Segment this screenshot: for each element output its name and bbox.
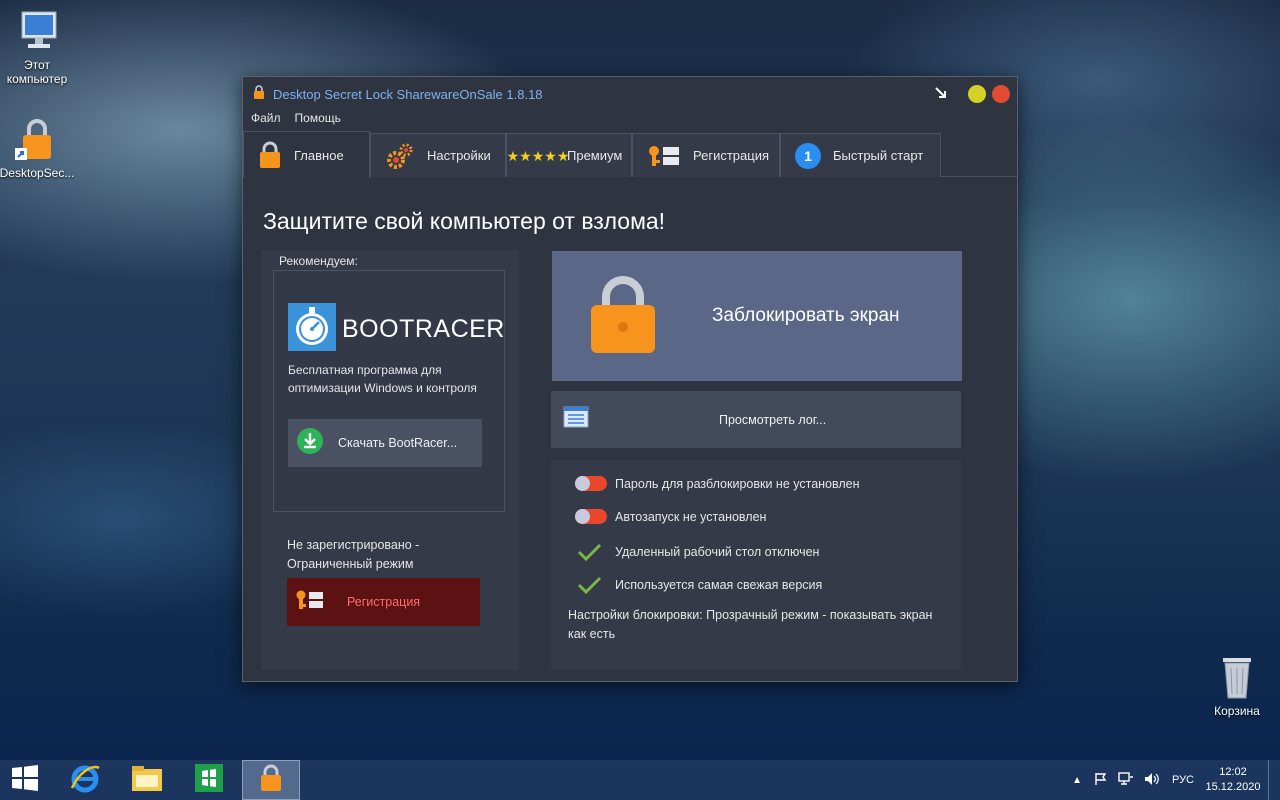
download-icon [296,427,324,460]
bootracer-box: BOOTRACER Бесплатная программа для оптим… [273,270,505,512]
tab-label: Регистрация [693,148,769,163]
recommend-label: Рекомендуем: [279,254,358,268]
folder-icon [130,763,164,798]
tab-label: Премиум [567,148,623,163]
tab-settings[interactable]: Настройки [370,133,506,177]
collapse-arrow-icon[interactable] [933,85,949,106]
recycle-bin-icon [1217,654,1257,700]
stars-icon: ★★★★★ [506,147,570,164]
store-icon [194,763,224,798]
lock-settings-text: Настройки блокировки: Прозрачный режим -… [568,608,933,641]
menu-bar: Файл Помощь [243,111,1017,129]
tab-main[interactable]: Главное [243,131,370,178]
recommend-panel: Рекомендуем: BOOTRACER Бесплатная програ… [261,250,519,670]
tab-label: Настройки [427,148,491,163]
volume-icon[interactable] [1144,772,1160,789]
gears-icon [385,141,415,171]
main-content: Защитите свой компьютер от взлома! Реком… [243,178,1017,681]
network-icon[interactable] [1118,771,1134,789]
clock-time: 12:02 [1219,766,1247,778]
taskbar-store[interactable] [180,760,238,800]
internet-explorer-icon [69,762,101,799]
desktop-icon-recycle-bin[interactable]: Корзина [1197,654,1277,718]
stopwatch-icon [288,303,336,356]
bootracer-name: BOOTRACER [342,315,505,343]
log-list-icon [563,406,589,433]
clock-date: 15.12.2020 [1205,781,1261,793]
status-text: Автозапуск не установлен [615,509,767,524]
page-title: Защитите свой компьютер от взлома! [263,208,666,234]
register-label: Регистрация [347,595,421,609]
check-icon [575,542,609,562]
number-one-icon: 1 [795,142,821,169]
desktop-icon-label: Корзина [1214,704,1260,718]
flag-icon[interactable] [1094,772,1108,789]
view-log-label: Просмотреть лог... [719,412,827,427]
unregistered-status: Не зарегистрировано - Ограниченный режим [287,538,420,571]
status-text: Используется самая свежая версия [615,578,823,592]
title-bar[interactable]: Desktop Secret Lock SharewareOnSale 1.8.… [243,77,1017,111]
toggle-off-icon[interactable] [575,476,609,491]
taskbar-file-explorer[interactable] [118,760,176,800]
windows-logo-icon [11,764,39,797]
view-log-button[interactable]: Просмотреть лог... [551,391,961,448]
tab-label: Быстрый старт [833,148,924,163]
desktop-icon-label: DesktopSec... [0,166,75,180]
bootracer-logo[interactable]: BOOTRACER [288,303,505,356]
app-lock-icon [253,84,265,104]
lock-icon [14,116,60,162]
desktop-icon-this-pc[interactable]: Этот компьютер [0,10,77,86]
desktop-icon-desktop-secret-lock[interactable]: DesktopSec... [0,116,77,180]
monitor-icon [14,10,60,54]
app-window: Desktop Secret Lock SharewareOnSale 1.8.… [242,76,1018,682]
show-desktop-button[interactable] [1268,760,1280,800]
window-title: Desktop Secret Lock SharewareOnSale 1.8.… [273,86,543,102]
tab-bar: Главное Настройки ★★★★★ Премиум Регистра… [243,131,1017,178]
lock-screen-label: Заблокировать экран [712,305,900,326]
status-text: Удаленный рабочий стол отключен [615,545,820,559]
menu-file[interactable]: Файл [251,111,281,129]
download-bootracer-button[interactable]: Скачать BootRacer... [288,419,482,467]
taskbar-desktop-secret-lock[interactable] [242,760,300,800]
menu-help[interactable]: Помощь [295,111,341,129]
status-panel: Пароль для разблокировки не установлен А… [551,460,961,670]
status-row: Удаленный рабочий стол отключен [575,542,819,562]
status-row: Пароль для разблокировки не установлен [575,476,860,491]
lock-screen-button[interactable]: Заблокировать экран [552,251,962,381]
download-label: Скачать BootRacer... [338,436,458,450]
status-row: Используется самая свежая версия [575,575,822,595]
system-tray: ▲ РУС 12:02 15.12.2020 [1072,760,1280,800]
tab-premium[interactable]: ★★★★★ Премиум [506,133,632,177]
register-button[interactable]: Регистрация [287,578,480,626]
clock[interactable]: 12:02 15.12.2020 [1202,765,1264,795]
tab-registration[interactable]: Регистрация [632,133,780,177]
check-icon [575,575,609,595]
taskbar-internet-explorer[interactable] [56,760,114,800]
input-language[interactable]: РУС [1172,774,1194,786]
tab-label: Главное [294,147,344,163]
padlock-icon [590,273,656,360]
lock-icon [258,141,282,169]
status-text: Пароль для разблокировки не установлен [615,476,860,491]
close-button[interactable] [992,85,1010,103]
start-button[interactable] [0,760,50,800]
taskbar: ▲ РУС 12:02 15.12.2020 [0,760,1280,800]
minimize-button[interactable] [968,85,986,103]
key-icon [295,589,325,616]
chevron-up-icon[interactable]: ▲ [1072,775,1082,786]
desktop-icon-label: Этот компьютер [6,58,68,86]
lock-icon [259,764,283,797]
key-icon [647,144,681,168]
toggle-off-icon[interactable] [575,509,609,524]
bootracer-description: Бесплатная программа для оптимизации Win… [288,363,477,395]
tab-quick-start[interactable]: 1 Быстрый старт [780,133,941,177]
status-row: Автозапуск не установлен [575,509,766,524]
